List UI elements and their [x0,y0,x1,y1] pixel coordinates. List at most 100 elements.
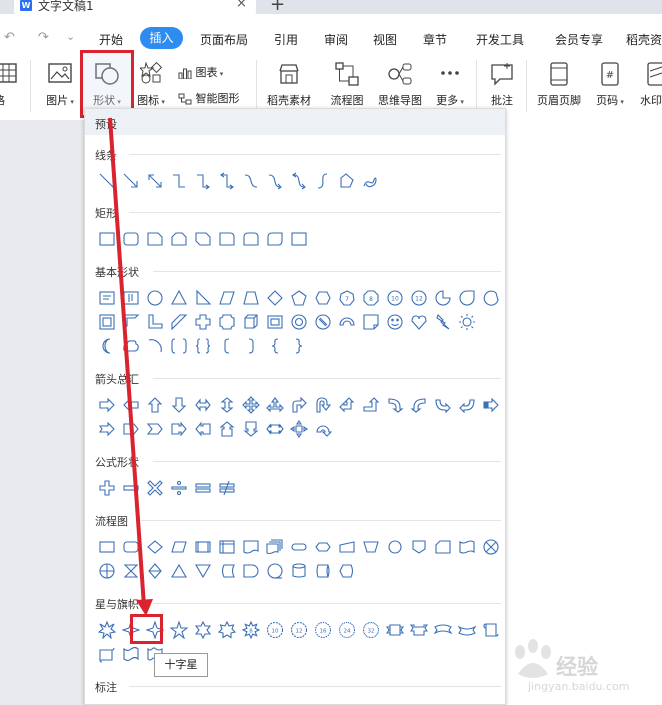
darrow-shape-icon[interactable] [167,393,191,417]
star10-shape-icon[interactable]: 10 [263,618,287,642]
oct-shape-icon[interactable]: 8 [359,286,383,310]
ribbondown-shape-icon[interactable] [407,618,431,642]
round2-shape-icon[interactable] [239,227,263,251]
fdisplay-shape-icon[interactable] [335,559,359,583]
rounddiag-shape-icon[interactable] [263,227,287,251]
rcallout-shape-icon[interactable] [167,417,191,441]
ellipse-shape-icon[interactable] [143,286,167,310]
arc-shape-icon[interactable] [335,310,359,334]
trap-shape-icon[interactable] [239,286,263,310]
fmanop-shape-icon[interactable] [359,535,383,559]
vscroll-shape-icon[interactable] [479,618,503,642]
plaque-shape-icon[interactable] [215,310,239,334]
fsumjunc-shape-icon[interactable] [479,535,503,559]
lightning-shape-icon[interactable] [431,310,455,334]
fdata-shape-icon[interactable] [167,535,191,559]
chevron-shape-icon[interactable] [143,417,167,441]
plus-shape-icon[interactable] [191,310,215,334]
fcard-shape-icon[interactable] [431,535,455,559]
picture-button[interactable]: 图片 ▾ [38,54,82,120]
menu-home[interactable]: 开始 [99,31,123,48]
fdoc-shape-icon[interactable] [239,535,263,559]
elbow-shape-icon[interactable] [167,169,191,193]
ribbonup-shape-icon[interactable] [383,618,407,642]
dec-shape-icon[interactable]: 10 [383,286,407,310]
fprocess-shape-icon[interactable] [95,535,119,559]
fprep-shape-icon[interactable] [311,535,335,559]
rect-shape-icon[interactable] [287,227,311,251]
quadcallout-shape-icon[interactable] [287,417,311,441]
curved-shape-icon[interactable] [287,169,311,193]
hept-shape-icon[interactable]: 7 [335,286,359,310]
elbowd-shape-icon[interactable] [215,169,239,193]
watermark-button[interactable]: 水印 [636,54,662,120]
dcallout-shape-icon[interactable] [239,417,263,441]
fdirect-shape-icon[interactable] [311,559,335,583]
star8b-shape-icon[interactable]: 8 [239,618,263,642]
chart-button[interactable]: 图表 ▾ [178,64,223,80]
star16-shape-icon[interactable]: 16 [311,618,335,642]
larrow-shape-icon[interactable] [119,393,143,417]
uarrow-shape-icon[interactable] [143,393,167,417]
curvedribbon2-shape-icon[interactable] [455,618,479,642]
scurve-shape-icon[interactable] [311,169,335,193]
menu-insert[interactable]: 插入 [140,27,183,49]
eneq-shape-icon[interactable] [215,476,239,500]
diamond-shape-icon[interactable] [263,286,287,310]
rbrace-shape-icon[interactable] [287,334,311,358]
fstored-shape-icon[interactable] [215,559,239,583]
curvedu-shape-icon[interactable] [431,393,455,417]
foffpage-shape-icon[interactable] [407,535,431,559]
fmag-shape-icon[interactable] [287,559,311,583]
fpredef-shape-icon[interactable] [191,535,215,559]
explosion-shape-icon[interactable] [95,618,119,642]
notchedr-shape-icon[interactable] [95,417,119,441]
close-tab-icon[interactable]: × [236,0,247,11]
page-number-button[interactable]: # 页码 ▾ [590,54,630,120]
rbracket-shape-icon[interactable] [239,334,263,358]
eminus-shape-icon[interactable] [119,476,143,500]
lbracket-shape-icon[interactable] [215,334,239,358]
lshape-shape-icon[interactable] [143,310,167,334]
snip1-shape-icon[interactable] [143,227,167,251]
ftape-shape-icon[interactable] [455,535,479,559]
star6-shape-icon[interactable] [191,618,215,642]
bracepair-shape-icon[interactable] [191,334,215,358]
document-tab[interactable]: W 文字文稿1 × [14,0,256,14]
lcallout-shape-icon[interactable] [191,417,215,441]
menu-member[interactable]: 会员专享 [555,31,603,48]
teardrop-shape-icon[interactable] [455,286,479,310]
can-shape-icon[interactable] [239,310,263,334]
ediv-shape-icon[interactable] [167,476,191,500]
donut-shape-icon[interactable] [287,310,311,334]
hscroll-shape-icon[interactable] [95,642,119,666]
smiley-shape-icon[interactable] [383,310,407,334]
rarrow-shape-icon[interactable] [95,393,119,417]
curvea-shape-icon[interactable] [263,169,287,193]
curvedribbon-shape-icon[interactable] [431,618,455,642]
cloud-shape-icon[interactable] [119,334,143,358]
bentup-shape-icon[interactable] [359,393,383,417]
finternal-shape-icon[interactable] [215,535,239,559]
para-shape-icon[interactable] [215,286,239,310]
fterm-shape-icon[interactable] [287,535,311,559]
diagstripe-shape-icon[interactable] [167,310,191,334]
quadarrow-shape-icon[interactable] [239,393,263,417]
undo-icon[interactable]: ↶ [4,30,15,45]
moon-shape-icon[interactable] [95,334,119,358]
fmerge-shape-icon[interactable] [191,559,215,583]
scribble-shape-icon[interactable] [359,169,383,193]
foldcorner-shape-icon[interactable] [359,310,383,334]
lrarrow-shape-icon[interactable] [191,393,215,417]
star5-shape-icon[interactable] [167,618,191,642]
fmultidoc-shape-icon[interactable] [263,535,287,559]
lrupa-shape-icon[interactable] [263,393,287,417]
falt-shape-icon[interactable] [119,535,143,559]
fcollate-shape-icon[interactable] [119,559,143,583]
fconn-shape-icon[interactable] [383,535,407,559]
header-footer-button[interactable]: 页眉页脚 [530,54,588,120]
rect-shape-icon[interactable] [95,227,119,251]
eequal-shape-icon[interactable] [191,476,215,500]
leftup-shape-icon[interactable] [335,393,359,417]
menu-review[interactable]: 审阅 [324,31,348,48]
